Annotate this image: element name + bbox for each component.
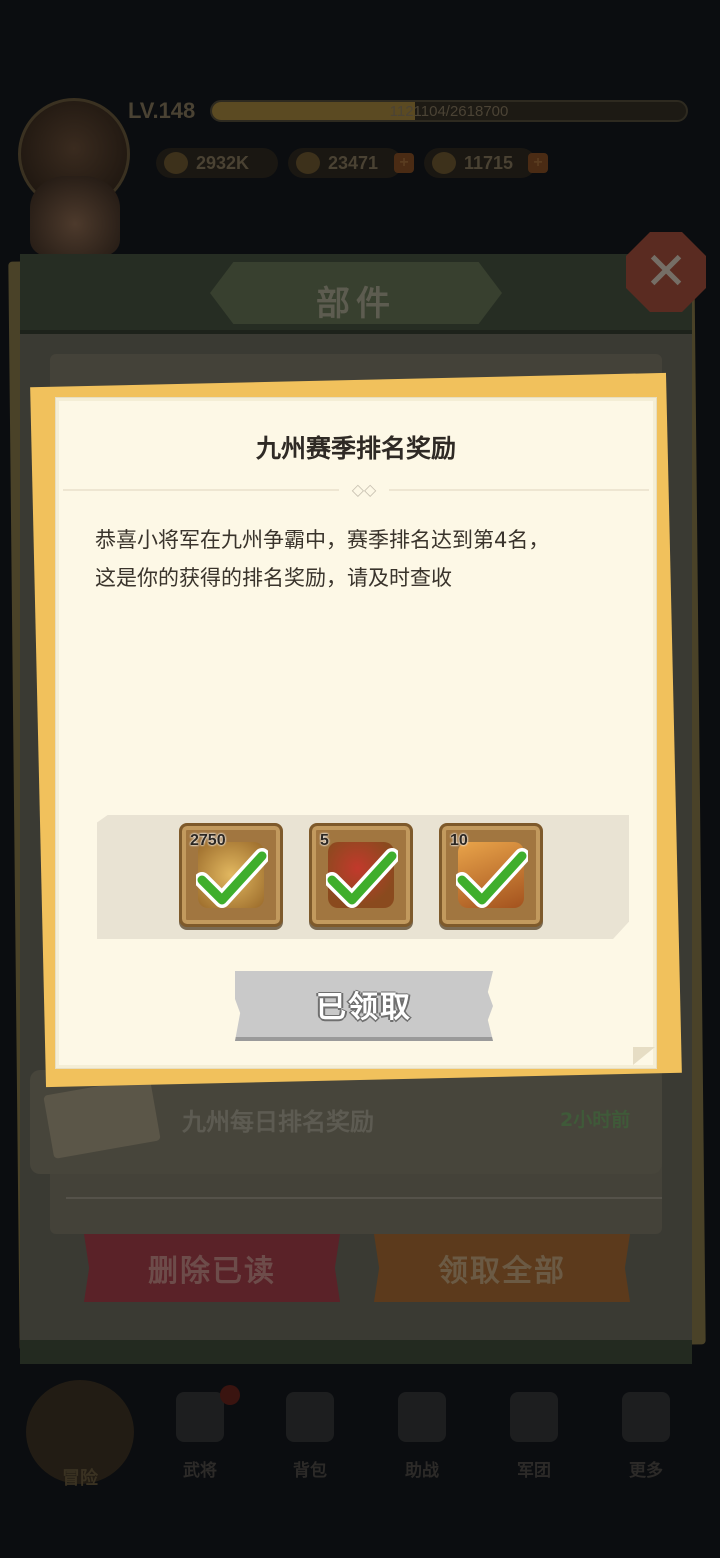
dialog-title: 九州赛季排名奖励 [255, 434, 456, 463]
reward-item-2[interactable]: 5 [309, 823, 413, 927]
crossed-swords-icon [398, 1392, 446, 1442]
claimed-check-icon [196, 848, 268, 908]
bottom-nav: 武将 背包 助战 军团 更多 [0, 1372, 720, 1492]
reward-item-1[interactable]: 2750 [179, 823, 283, 927]
panel-title-plate: 部件 [210, 262, 502, 324]
nav-legion[interactable]: 军团 [484, 1392, 584, 1481]
player-hud: LV.148 1121104/2618700 2932K 23471 + 117… [0, 0, 720, 256]
add-gold-button[interactable]: + [394, 153, 414, 173]
reward-dialog: 九州赛季排名奖励 ◇◇ 恭喜小将军在九州争霸中，赛季排名达到第4名， 这是你的获… [56, 398, 656, 1068]
mail-item-time: 2小时前 [560, 1109, 631, 1131]
gold-coin-icon [296, 152, 320, 174]
delete-read-button[interactable]: 删除已读 [84, 1234, 340, 1302]
grid-icon [622, 1392, 670, 1442]
food-icon [432, 152, 456, 174]
gold-counter: 23471 + [288, 148, 414, 178]
claimed-button[interactable]: 已领取 [235, 971, 493, 1041]
gold-value: 23471 [328, 152, 379, 173]
xp-bar: 1121104/2618700 [210, 100, 688, 122]
dialog-message: 恭喜小将军在九州争霸中，赛季排名达到第4名， 这是你的获得的排名奖励，请及时查收 [95, 521, 635, 597]
bag-icon [286, 1392, 334, 1442]
nav-legion-label: 军团 [517, 1461, 551, 1481]
nav-bag-label: 背包 [293, 1461, 327, 1481]
panel-header: 部件 [20, 254, 692, 334]
xp-text: 1121104/2618700 [389, 103, 509, 120]
close-icon: ✕ [644, 242, 688, 302]
shield-icon [510, 1392, 558, 1442]
panel-title: 部件 [316, 284, 396, 324]
notification-badge [220, 1385, 240, 1405]
power-value: 2932K [196, 152, 250, 173]
claim-all-button[interactable]: 领取全部 [374, 1234, 630, 1302]
hero-portrait [30, 176, 120, 256]
dialog-message-line1: 恭喜小将军在九州争霸中，赛季排名达到第4名， [95, 528, 550, 552]
nav-bag[interactable]: 背包 [260, 1392, 360, 1481]
mail-item-title: 九州每日排名奖励 [182, 1108, 374, 1136]
nav-more[interactable]: 更多 [596, 1392, 696, 1481]
paper-fold-corner [633, 1047, 655, 1065]
helmet-icon [176, 1392, 224, 1442]
claimed-check-icon [326, 848, 398, 908]
player-level: LV.148 [128, 98, 196, 123]
reward-item-3[interactable]: 10 [439, 823, 543, 927]
power-icon [164, 152, 188, 174]
add-food-button[interactable]: + [528, 153, 548, 173]
power-counter: 2932K [156, 148, 278, 178]
panel-footer [20, 1340, 692, 1364]
food-counter: 11715 + [424, 148, 548, 178]
divider-ornament-icon: ◇◇ [339, 481, 389, 499]
nav-assist[interactable]: 助战 [372, 1392, 472, 1481]
close-panel-button[interactable]: ✕ [626, 232, 706, 312]
nav-generals-label: 武将 [183, 1461, 217, 1481]
panel-divider [66, 1197, 662, 1199]
food-value: 11715 [464, 152, 514, 173]
dialog-message-line2: 这是你的获得的排名奖励，请及时查收 [95, 566, 452, 590]
nav-more-label: 更多 [629, 1461, 663, 1481]
nav-assist-label: 助战 [405, 1461, 439, 1481]
nav-generals[interactable]: 武将 [150, 1392, 250, 1481]
claimed-check-icon [456, 848, 528, 908]
